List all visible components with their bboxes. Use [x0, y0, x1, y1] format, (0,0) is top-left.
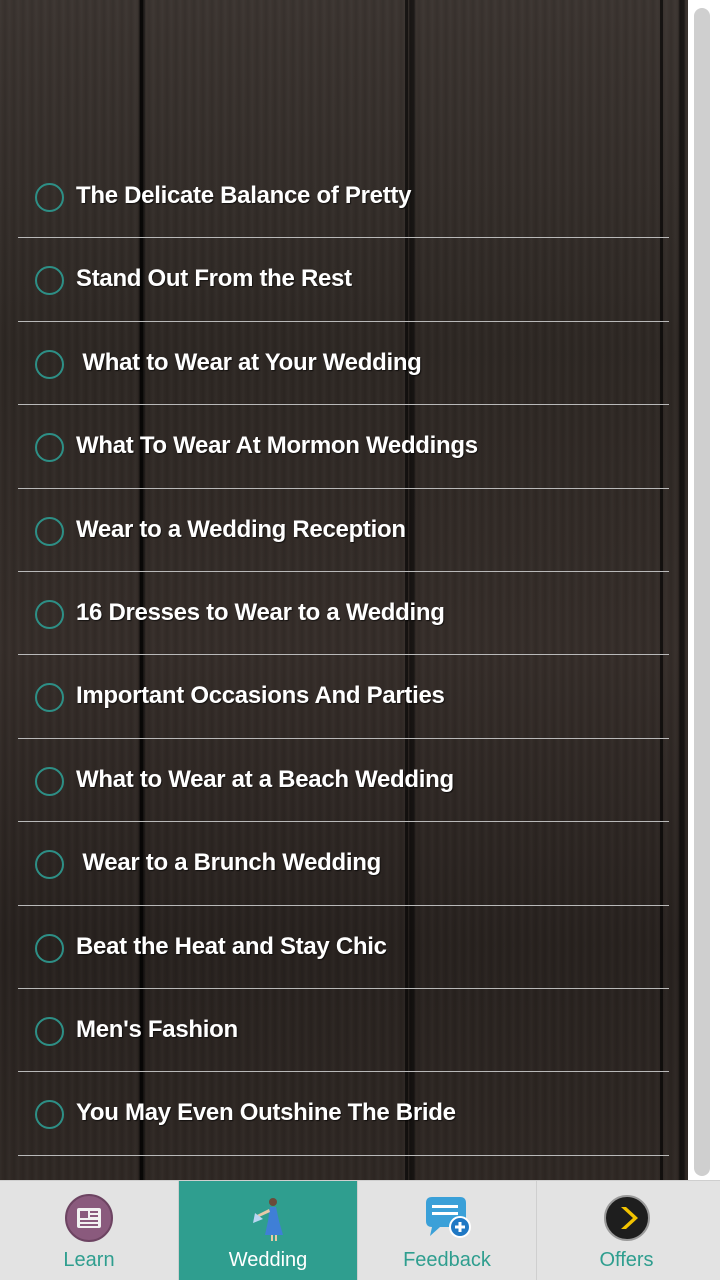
list-item[interactable]: Stand Out From the Rest [18, 238, 669, 322]
radio-circle-icon[interactable] [35, 516, 64, 546]
list-item-label: The Delicate Balance of Pretty [76, 182, 412, 209]
radio-circle-icon[interactable] [35, 766, 64, 796]
radio-circle-icon[interactable] [35, 599, 64, 629]
list-item-label: What to Wear at a Beach Wedding [76, 765, 454, 793]
tab-offers[interactable]: Offers [537, 1181, 716, 1280]
list-item-label: 16 Dresses to Wear to a Wedding [76, 598, 445, 626]
scrollbar-thumb[interactable] [694, 8, 710, 1176]
list-item[interactable]: Wear to a Wedding Reception [18, 489, 669, 572]
list-item[interactable]: 16 Dresses to Wear to a Wedding [18, 572, 669, 656]
list-item[interactable]: What to Wear at Your Wedding [18, 322, 669, 406]
list-item-label: You May Even Outshine The Bride [76, 1099, 456, 1127]
tab-label: Learn [63, 1249, 115, 1271]
bride-figure-icon [253, 1198, 283, 1241]
list-item-label: What To Wear At Mormon Weddings [76, 432, 478, 460]
list-item-label: What to Wear at Your Wedding [76, 348, 422, 376]
radio-circle-icon[interactable] [35, 850, 64, 880]
article-list: The Delicate Balance of Pretty Stand Out… [18, 155, 669, 1156]
list-item[interactable]: Beat the Heat and Stay Chic [18, 906, 669, 989]
list-item-label: Wear to a Wedding Reception [76, 515, 406, 543]
list-item[interactable]: Important Occasions And Parties [18, 655, 669, 739]
radio-circle-icon[interactable] [35, 349, 64, 379]
list-item[interactable]: What To Wear At Mormon Weddings [18, 405, 669, 489]
list-item-label: Wear to a Brunch Wedding [76, 849, 381, 877]
radio-circle-icon[interactable] [35, 1016, 64, 1046]
list-item[interactable]: Men's Fashion [18, 989, 669, 1073]
tab-wedding[interactable]: Wedding [179, 1181, 358, 1280]
list-item-label: Men's Fashion [76, 1015, 238, 1043]
chevron-right-circle-icon [603, 1195, 650, 1241]
list-item[interactable]: Wear to a Brunch Wedding [18, 822, 669, 906]
radio-circle-icon[interactable] [35, 433, 64, 463]
list-item[interactable]: What to Wear at a Beach Wedding [18, 739, 669, 823]
tab-learn[interactable]: Learn [0, 1181, 179, 1280]
chat-bubble-add-icon [426, 1197, 471, 1238]
tab-label: Offers [599, 1249, 654, 1271]
list-item[interactable]: The Delicate Balance of Pretty [18, 155, 669, 239]
tab-label: Wedding [228, 1249, 308, 1271]
newspaper-icon [65, 1194, 113, 1242]
tab-feedback[interactable]: Feedback [358, 1181, 537, 1280]
bottom-tab-bar: Learn Wedding Feedback Offers [0, 1180, 720, 1280]
list-item-label: Beat the Heat and Stay Chic [76, 932, 387, 960]
radio-circle-icon[interactable] [35, 266, 64, 296]
list-item-label: Important Occasions And Parties [76, 682, 445, 710]
list-item-label: Stand Out From the Rest [76, 265, 352, 293]
list-item[interactable]: You May Even Outshine The Bride [18, 1072, 669, 1156]
radio-circle-icon[interactable] [35, 683, 64, 713]
radio-circle-icon[interactable] [35, 183, 64, 212]
radio-circle-icon[interactable] [35, 933, 64, 963]
radio-circle-icon[interactable] [35, 1100, 64, 1130]
tab-label: Feedback [403, 1249, 491, 1271]
